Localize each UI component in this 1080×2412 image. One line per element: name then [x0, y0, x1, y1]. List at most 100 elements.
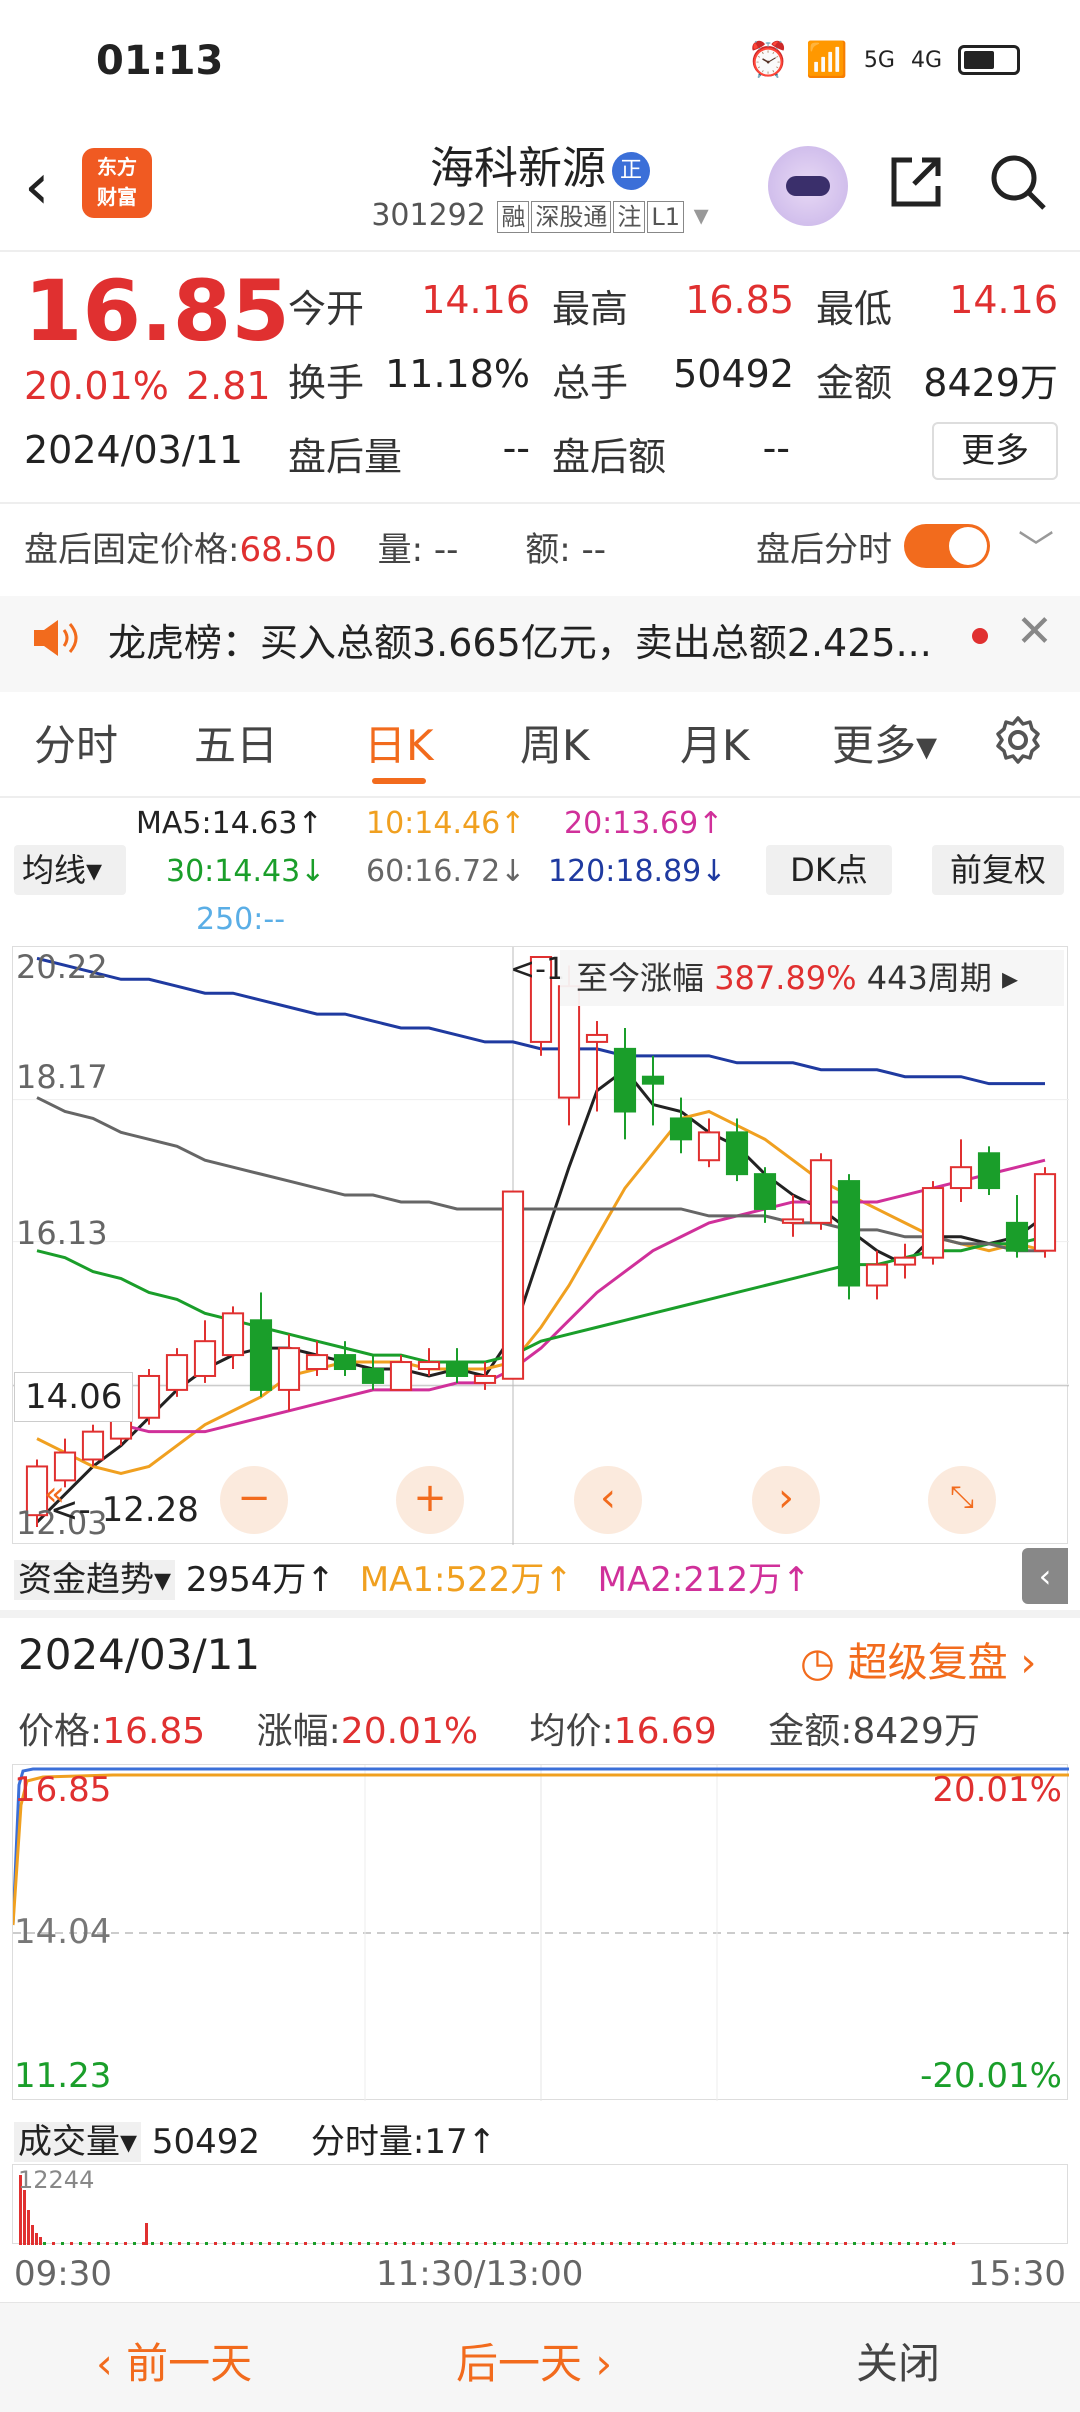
- candle: [81, 1424, 105, 1467]
- candle-body: [193, 1340, 217, 1377]
- amount-label: 金额: [816, 361, 893, 405]
- scroll-left-button[interactable]: ‹: [574, 1466, 642, 1534]
- candle-body: [221, 1312, 245, 1357]
- scroll-right-button[interactable]: ›: [752, 1466, 820, 1534]
- candle-body: [361, 1368, 385, 1384]
- volume-bar: [31, 2225, 34, 2245]
- timeshare-chart[interactable]: [11, 1764, 1069, 2101]
- after-hours-toggle[interactable]: [904, 524, 990, 568]
- tab-five-day[interactable]: 五日: [194, 712, 278, 773]
- next-day-button[interactable]: 后一天 ›: [456, 2330, 612, 2391]
- y-label-3: 16.13: [16, 1214, 108, 1252]
- turnover-value: 11.18%: [385, 352, 530, 396]
- zoom-in-button[interactable]: +: [396, 1466, 464, 1534]
- open-value: 14.16: [421, 278, 530, 322]
- candle: [501, 1190, 525, 1380]
- volume-bar: [448, 2242, 451, 2245]
- zoom-out-button[interactable]: −: [220, 1466, 288, 1534]
- assistant-robot-icon[interactable]: [768, 146, 848, 226]
- volume-bar: [304, 2242, 307, 2245]
- after-amount-label: 盘后额: [552, 435, 667, 479]
- kline-chart[interactable]: [12, 946, 1069, 1545]
- volume-bar: [61, 2242, 64, 2245]
- close-button[interactable]: 关闭: [856, 2330, 940, 2391]
- prev-day-button[interactable]: ‹ 前一天: [96, 2330, 252, 2391]
- ma10-legend: 10:14.46↑: [366, 806, 526, 841]
- fund-trend-dropdown[interactable]: 资金趋势▾: [14, 1560, 176, 1600]
- tab-weekly-k[interactable]: 周K: [520, 712, 590, 773]
- candle-body: [249, 1319, 273, 1391]
- high-label: 最高: [552, 287, 629, 331]
- volume-bar: [898, 2242, 901, 2245]
- volume-bar: [502, 2242, 505, 2245]
- candle: [585, 1021, 609, 1112]
- volume-bar: [637, 2242, 640, 2245]
- volume-bar: [340, 2242, 343, 2245]
- volume-bar: [493, 2242, 496, 2245]
- scroll-start-icon[interactable]: «: [44, 1474, 65, 1514]
- fund-trend-row: 资金趋势▾ 2954万↑ MA1:522万↑ MA2:212万↑: [14, 1552, 811, 1601]
- change-percent: 20.01%: [24, 364, 169, 408]
- volume-dropdown[interactable]: 成交量▾: [14, 2122, 142, 2162]
- side-panel-toggle[interactable]: ‹: [1022, 1548, 1068, 1604]
- volume-bar: [23, 2190, 26, 2245]
- since-gain-tooltip[interactable]: 至今涨幅 387.89% 443周期 ▸: [560, 950, 1064, 1006]
- candle: [417, 1348, 441, 1376]
- candle: [837, 1174, 861, 1300]
- gear-icon[interactable]: [990, 712, 1046, 768]
- volume-bar: [880, 2242, 883, 2245]
- candle-body: [1033, 1173, 1057, 1252]
- volume-bar: [214, 2242, 217, 2245]
- quote-date: 2024/03/11: [24, 428, 244, 472]
- adjust-button[interactable]: 前复权: [932, 845, 1064, 895]
- fullscreen-icon[interactable]: ⤡: [928, 1466, 996, 1534]
- candle-body: [725, 1131, 749, 1176]
- volume-bar: [592, 2242, 595, 2245]
- speaker-icon: [34, 620, 78, 656]
- volume-bar: [601, 2242, 604, 2245]
- search-icon[interactable]: [986, 150, 1050, 214]
- volume-bar: [646, 2242, 649, 2245]
- volume-bar: [88, 2242, 91, 2245]
- share-icon[interactable]: [884, 150, 948, 214]
- tag-level: L1: [647, 201, 685, 233]
- tab-timeshare[interactable]: 分时: [34, 712, 118, 773]
- chevron-down-icon[interactable]: ﹀: [1018, 520, 1054, 572]
- volume-bar: [844, 2242, 847, 2245]
- candle: [669, 1097, 693, 1154]
- battery-icon: [958, 45, 1020, 75]
- active-tab-indicator: [372, 778, 426, 784]
- volume-bar: [511, 2242, 514, 2245]
- candle-body: [809, 1159, 833, 1224]
- super-review-link[interactable]: ◷ 超级复盘 ›: [800, 1630, 1036, 1688]
- volume-bar: [556, 2242, 559, 2245]
- time-end: 15:30: [968, 2254, 1066, 2294]
- low-value: 14.16: [949, 278, 1058, 322]
- volume-bar: [619, 2242, 622, 2245]
- volume-bar: [925, 2242, 928, 2245]
- ma-dropdown[interactable]: 均线▾: [14, 845, 126, 895]
- notice-text[interactable]: 龙虎榜：买入总额3.665亿元，卖出总额2.425...: [108, 612, 932, 667]
- volume-bar: [133, 2242, 136, 2245]
- alarm-icon: ⏰: [747, 40, 790, 80]
- tab-more[interactable]: 更多▾: [832, 712, 937, 773]
- candle: [165, 1348, 189, 1397]
- volume-bar: [70, 2242, 73, 2245]
- tab-daily-k[interactable]: 日K: [364, 712, 434, 773]
- volume-bar: [889, 2242, 892, 2245]
- volume-bar: [673, 2242, 676, 2245]
- volume-bar: [286, 2242, 289, 2245]
- verified-badge: 正: [612, 152, 650, 190]
- tab-monthly-k[interactable]: 月K: [680, 712, 750, 773]
- detail-date: 2024/03/11: [18, 1630, 261, 1679]
- ma-line-2: [36, 1158, 1046, 1434]
- signal-5g-icon: 5G: [863, 47, 895, 73]
- panel-separator: [0, 1610, 1080, 1618]
- volume-bar: [682, 2242, 685, 2245]
- candle-body: [697, 1131, 721, 1162]
- volume-bar: [39, 2237, 42, 2245]
- more-button[interactable]: 更多: [932, 422, 1058, 480]
- wifi-icon: 📶: [805, 40, 848, 80]
- close-icon[interactable]: ✕: [1016, 606, 1053, 657]
- dk-point-button[interactable]: DK点: [766, 845, 892, 895]
